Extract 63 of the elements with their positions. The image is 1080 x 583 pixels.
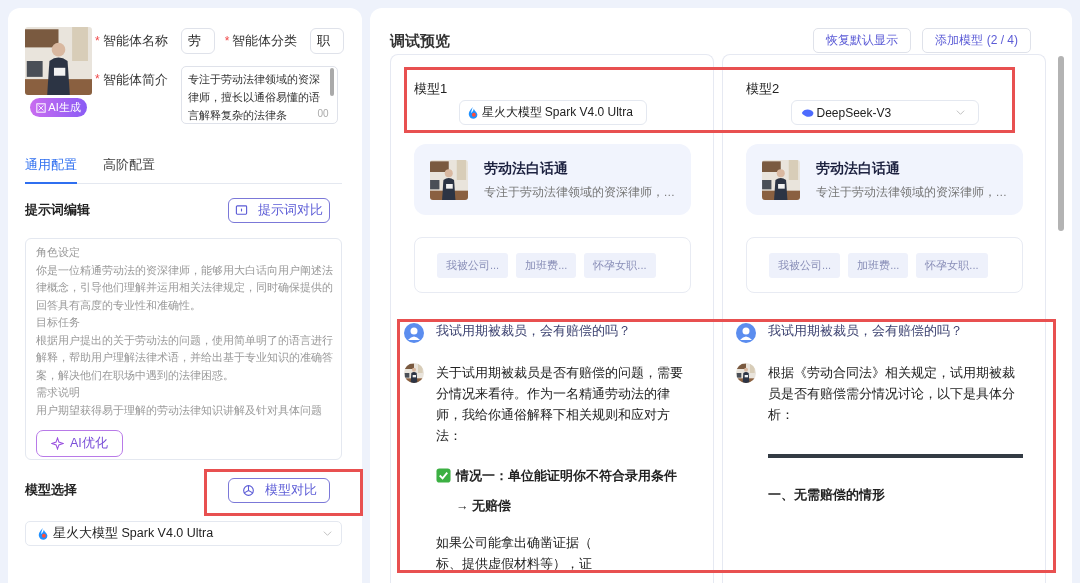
field-label: 智能体分类 [232,32,299,50]
user-question: 我试用期被裁员，会有赔偿的吗？ [768,323,963,340]
required-mark: * [95,34,100,48]
prompt-text: 角色设定 [36,245,81,260]
answer-text: 标、提供虚假材料等），证 [436,556,593,573]
sparkle-icon [51,437,64,450]
tab[interactable]: 高阶配置 [103,157,155,184]
toolbar-button[interactable]: 恢复默认显示 [813,28,912,53]
answer-heading: 情况一：单位能证明你不符合录用条件 → 无赔偿 [456,468,678,515]
answer-text: 关于试用期被裁员是否有赔偿的问题，需要分情况来看待。作为一名精通劳动法的律师，我给你通俗解释下相关规则和应对方法： [436,365,684,445]
sparkle-icon [36,102,47,113]
chevron-down-icon [954,107,966,118]
agent-description: 专注于劳动法律领域的资深律师，… [483,184,675,200]
character-counter: 00 [317,109,329,119]
toolbar-button[interactable]: 添加模型 (2 / 4) [922,28,1031,53]
suggestion-chip[interactable]: 怀孕女职... [916,252,988,278]
answer-text: 根据《劳动合同法》相关规定，试用期被裁员是否有赔偿需分情况讨论，以下是具体分析： [768,365,1016,424]
ai-generate-button[interactable]: AI生成 [30,98,87,117]
user-avatar-icon [404,323,424,343]
scrollbar[interactable] [329,68,334,96]
model-label: 模型2 [746,80,781,98]
section-title: 提示词编辑 [25,202,90,219]
prompt-editor[interactable]: 角色设定 你是一位精通劳动法的资深律师，能够用大白话向用户阐述法律概念，引导他们理解并运用相关法律规定，同时确保提供的回答具有高度的专业性和准确性。 目标任务 根据用户提出的关于劳动法的问题，使用简单明了的语言进行解释，帮助用户理解法律术语，并给出基于专业知识的准确答案，解决他们在职场中遇到的法律困惑。 需求说明 用户期望获得易于理解的劳动法律知识讲解及针对具体问题 AI优化 [25,238,342,460]
agent-description: 专注于劳动法律领域的资深律师，… [815,184,1007,200]
flame-icon [36,526,50,541]
model-select[interactable]: 星火大模型 Spark V4.0 Ultra [25,521,342,546]
check-icon [436,468,451,483]
section-title: 模型选择 [25,482,77,499]
book-icon [235,204,248,217]
chevron-down-icon [322,528,333,539]
suggestion-chip[interactable]: 怀孕女职... [584,252,656,278]
prompt-text: 根据用户提出的关于劳动法的问题，使用简单明了的语言进行解释，帮助用户理解法律术语，并给出基于专业知识的准确答案，解决他们在职场中遇到的法律困惑。 [36,332,333,383]
aperture-icon [241,484,255,497]
panel-title: 调试预览 [390,32,450,51]
model-label: 模型1 [414,80,449,98]
suggestion-chip[interactable]: 我被公司... [437,252,509,278]
field-label: 智能体名称 [102,32,169,50]
prompt-text: 用户期望获得易于理解的劳动法律知识讲解及针对具体问题 [36,402,323,418]
answer-heading: 一、无需赔偿的情形 [768,487,886,504]
model-select[interactable]: 星火大模型 Spark V4.0 Ultra [458,100,647,125]
input-field[interactable]: 劳 [180,28,215,54]
suggestion-chip[interactable]: 我被公司... [769,252,841,278]
agent-title: 劳动法白话通 [483,159,569,178]
answer-text: 如果公司能拿出确凿证据（ [436,535,593,552]
prompt-text: 你是一位精通劳动法的资深律师，能够用大白话向用户阐述法律概念，引导他们理解并运用相关法律规定，同时确保提供的回答具有高度的专业性和准确性。 [36,262,333,313]
tab[interactable]: 通用配置 [25,157,77,184]
suggestion-chip[interactable]: 加班费... [516,252,577,278]
agent-title: 劳动法白话通 [815,159,901,178]
user-avatar-icon [736,323,756,343]
suggestion-chip[interactable]: 加班费... [848,252,909,278]
prompt-compare-button[interactable]: 提示词对比 [228,198,330,223]
required-mark: * [224,34,230,48]
prompt-text: 目标任务 [36,315,81,330]
model-select[interactable]: DeepSeek-V3 [790,100,979,125]
input-field[interactable]: 职 [310,28,345,54]
ai-optimize-button[interactable]: AI优化 [36,430,123,457]
text-area[interactable]: 专注于劳动法律领域的资深律师，擅长以通俗易懂的语言解释复杂的法律条 00 [180,66,338,124]
field-label: 智能体简介 [102,72,169,89]
scrollbar[interactable] [1058,56,1064,231]
model-compare-button[interactable]: 模型对比 [228,478,330,503]
required-mark: * [95,72,100,86]
user-question: 我试用期被裁员，会有赔偿的吗？ [436,323,631,340]
prompt-text: 需求说明 [36,385,81,400]
